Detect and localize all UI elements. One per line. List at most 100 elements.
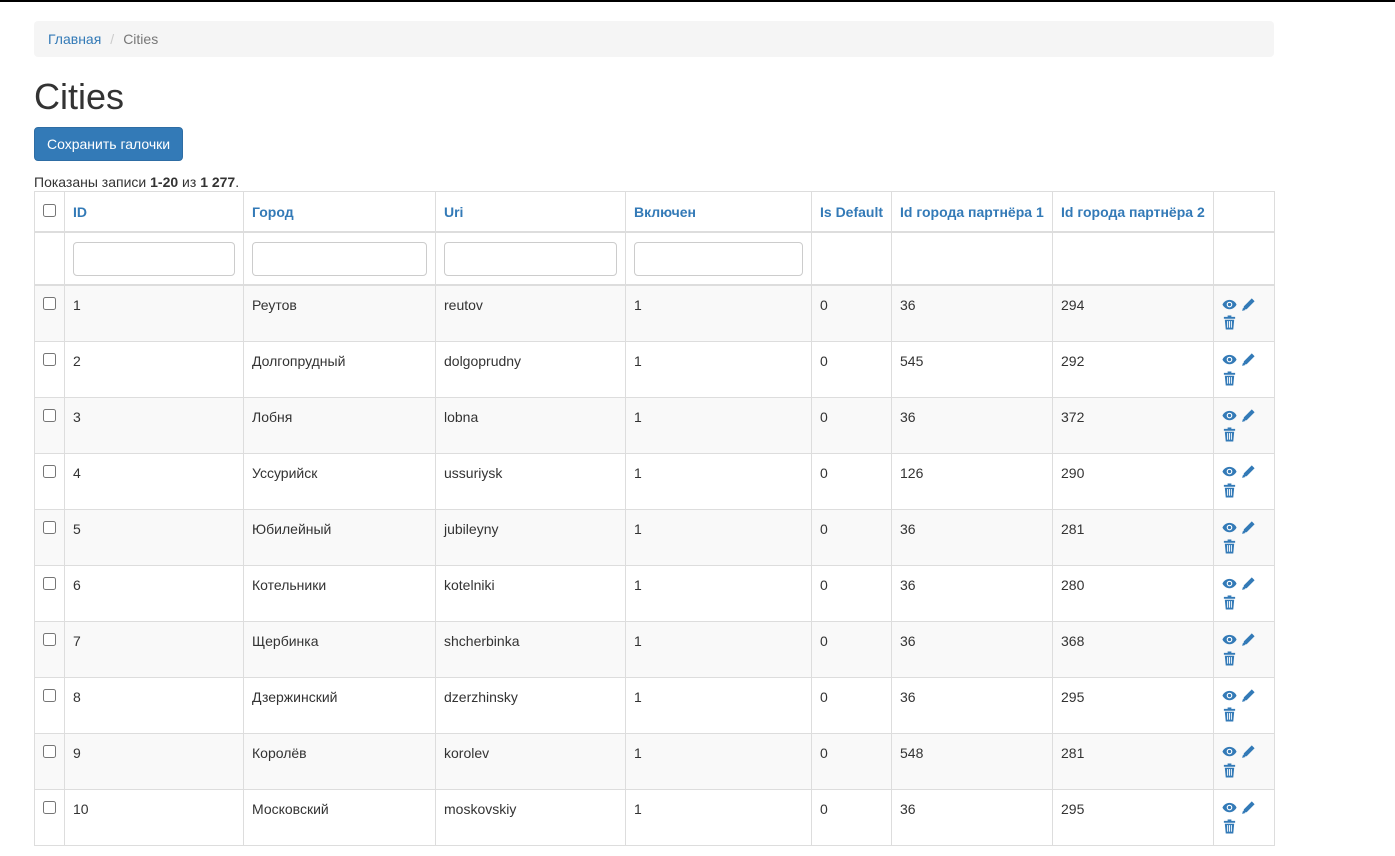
- table-row: 2 Долгопрудный dolgoprudny 1 0 545 292: [34, 340, 1275, 398]
- col-header-city[interactable]: Город: [243, 191, 436, 233]
- breadcrumb: Главная / Cities: [34, 21, 1274, 57]
- filter-cell-city: [243, 231, 436, 286]
- filter-cell-id: [64, 231, 244, 286]
- col-header-partner-2[interactable]: Id города партнёра 2: [1052, 191, 1214, 233]
- cell-uri: jubileyny: [435, 508, 626, 566]
- cell-partner-1: 36: [891, 284, 1053, 342]
- trash-icon[interactable]: [1222, 706, 1237, 722]
- trash-icon[interactable]: [1222, 650, 1237, 666]
- filter-cell-actions: [1213, 231, 1275, 286]
- cell-partner-2: 294: [1052, 284, 1214, 342]
- table-row: 10 Московский moskovskiy 1 0 36 295: [34, 788, 1275, 846]
- trash-icon[interactable]: [1222, 594, 1237, 610]
- sort-link-uri[interactable]: Uri: [444, 204, 463, 220]
- sort-link-partner-1[interactable]: Id города партнёра 1: [900, 204, 1044, 220]
- cell-partner-2: 281: [1052, 732, 1214, 790]
- cell-is-default: 0: [811, 732, 892, 790]
- pencil-icon[interactable]: [1241, 632, 1256, 647]
- eye-icon[interactable]: [1222, 464, 1237, 479]
- row-checkbox[interactable]: [43, 800, 56, 814]
- trash-icon[interactable]: [1222, 482, 1237, 498]
- cell-id: 10: [64, 788, 244, 846]
- row-checkbox-cell: [34, 676, 65, 734]
- row-checkbox[interactable]: [43, 520, 56, 534]
- filter-cell-empty: [34, 231, 65, 286]
- row-checkbox[interactable]: [43, 464, 56, 478]
- col-header-enabled[interactable]: Включен: [625, 191, 812, 233]
- eye-icon[interactable]: [1222, 632, 1237, 647]
- sort-link-city[interactable]: Город: [252, 204, 294, 220]
- eye-icon[interactable]: [1222, 297, 1237, 312]
- sort-link-is-default[interactable]: Is Default: [820, 204, 883, 220]
- eye-icon[interactable]: [1222, 520, 1237, 535]
- cell-is-default: 0: [811, 620, 892, 678]
- filter-id-input[interactable]: [73, 241, 235, 276]
- cell-partner-2: 372: [1052, 396, 1214, 454]
- cell-partner-1: 548: [891, 732, 1053, 790]
- cell-id: 9: [64, 732, 244, 790]
- sort-link-enabled[interactable]: Включен: [634, 204, 696, 220]
- pencil-icon[interactable]: [1241, 464, 1256, 479]
- eye-icon[interactable]: [1222, 352, 1237, 367]
- cell-id: 2: [64, 340, 244, 398]
- cell-city: Щербинка: [243, 620, 436, 678]
- pencil-icon[interactable]: [1241, 800, 1256, 815]
- cell-is-default: 0: [811, 564, 892, 622]
- top-border: [0, 0, 1395, 2]
- trash-icon[interactable]: [1222, 315, 1237, 330]
- cell-actions: [1213, 396, 1275, 454]
- cell-city: Дзержинский: [243, 676, 436, 734]
- cell-is-default: 0: [811, 284, 892, 342]
- col-header-partner-1[interactable]: Id города партнёра 1: [891, 191, 1053, 233]
- filter-uri-input[interactable]: [444, 241, 617, 276]
- save-checkmarks-button[interactable]: Сохранить галочки: [34, 127, 184, 161]
- col-header-is-default[interactable]: Is Default: [811, 191, 892, 233]
- sort-link-id[interactable]: ID: [73, 204, 87, 220]
- row-checkbox[interactable]: [43, 744, 56, 758]
- filter-enabled-input[interactable]: [634, 241, 803, 276]
- eye-icon[interactable]: [1222, 744, 1237, 759]
- row-checkbox[interactable]: [43, 297, 56, 310]
- row-checkbox[interactable]: [43, 408, 56, 422]
- row-checkbox[interactable]: [43, 576, 56, 590]
- pencil-icon[interactable]: [1241, 744, 1256, 759]
- pencil-icon[interactable]: [1241, 408, 1256, 423]
- col-header-id[interactable]: ID: [64, 191, 244, 233]
- row-checkbox[interactable]: [43, 688, 56, 702]
- summary-suffix: .: [235, 174, 240, 190]
- breadcrumb-home-link[interactable]: Главная: [48, 31, 101, 47]
- eye-icon[interactable]: [1222, 576, 1237, 591]
- cell-partner-1: 36: [891, 564, 1053, 622]
- eye-icon[interactable]: [1222, 408, 1237, 423]
- eye-icon[interactable]: [1222, 800, 1237, 815]
- pencil-icon[interactable]: [1241, 520, 1256, 535]
- cell-actions: [1213, 676, 1275, 734]
- cell-enabled: 1: [625, 396, 812, 454]
- trash-icon[interactable]: [1222, 818, 1237, 834]
- pencil-icon[interactable]: [1241, 688, 1256, 703]
- cell-city: Реутов: [243, 284, 436, 342]
- cell-uri: kotelniki: [435, 564, 626, 622]
- row-checkbox[interactable]: [43, 352, 56, 366]
- cell-id: 3: [64, 396, 244, 454]
- pencil-icon[interactable]: [1241, 576, 1256, 591]
- sort-link-partner-2[interactable]: Id города партнёра 2: [1061, 204, 1205, 220]
- cell-id: 5: [64, 508, 244, 566]
- select-all-checkbox[interactable]: [43, 203, 56, 217]
- col-header-uri[interactable]: Uri: [435, 191, 626, 233]
- eye-icon[interactable]: [1222, 688, 1237, 703]
- row-checkbox[interactable]: [43, 632, 56, 646]
- pencil-icon[interactable]: [1241, 352, 1256, 367]
- trash-icon[interactable]: [1222, 762, 1237, 778]
- cell-enabled: 1: [625, 284, 812, 342]
- cell-enabled: 1: [625, 452, 812, 510]
- cell-actions: [1213, 732, 1275, 790]
- pencil-icon[interactable]: [1241, 297, 1256, 312]
- cell-actions: [1213, 284, 1275, 342]
- trash-icon[interactable]: [1222, 538, 1237, 554]
- cell-uri: lobna: [435, 396, 626, 454]
- filter-city-input[interactable]: [252, 241, 427, 276]
- trash-icon[interactable]: [1222, 370, 1237, 386]
- trash-icon[interactable]: [1222, 426, 1237, 442]
- cell-partner-2: 281: [1052, 508, 1214, 566]
